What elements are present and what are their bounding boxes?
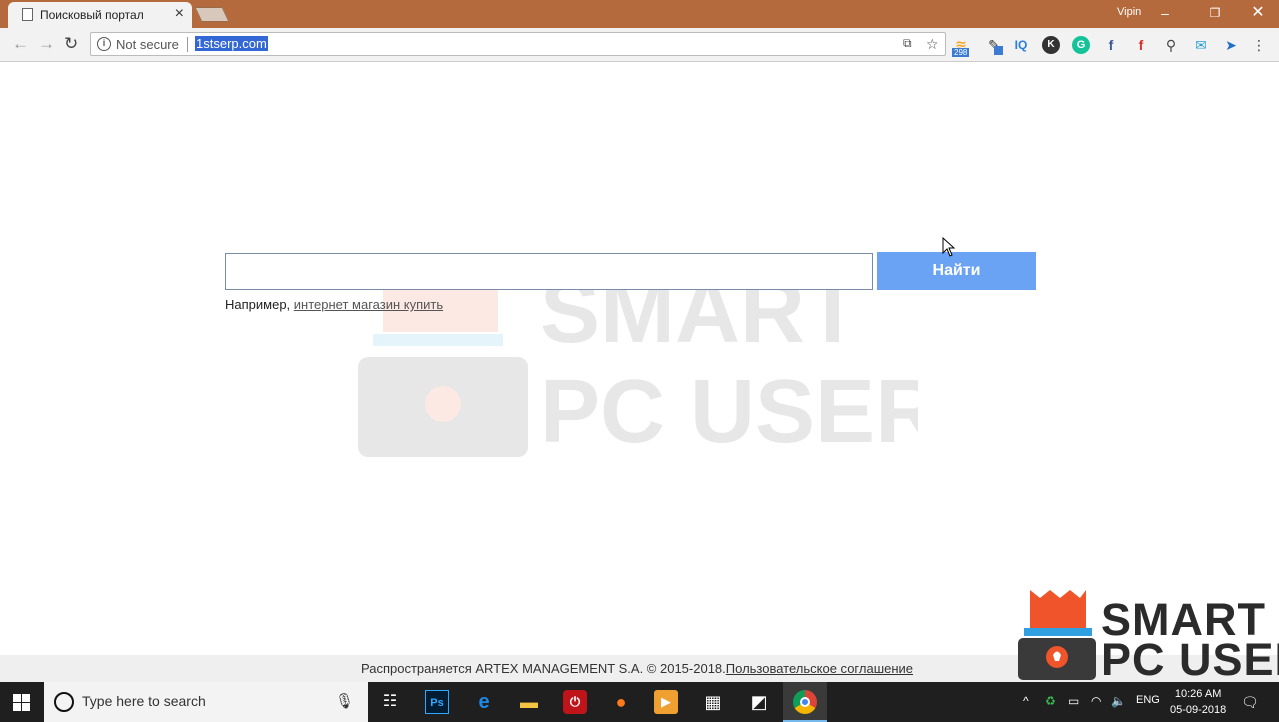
corner-logo-line2: PC USER: [1101, 634, 1279, 685]
chrome-taskbar-button[interactable]: [783, 682, 827, 722]
windows-taskbar: Type here to search 🎙 ☷ Ps e ▬ ⏻ ● ▶ ▦ ◩…: [0, 682, 1279, 722]
microphone-icon[interactable]: 🎙: [335, 692, 354, 710]
photoshop-icon[interactable]: Ps: [425, 690, 449, 714]
taskbar-search-box[interactable]: Type here to search 🎙: [44, 682, 368, 722]
cortana-icon[interactable]: [54, 692, 74, 712]
translate-icon[interactable]: ⧉: [903, 36, 912, 51]
example-link[interactable]: интернет магазин купить: [294, 297, 443, 312]
chrome-icon: [793, 690, 817, 714]
tab-close-icon[interactable]: ×: [175, 5, 184, 23]
search-extension-icon[interactable]: ⚲: [1162, 36, 1180, 54]
file-explorer-icon[interactable]: ▬: [517, 690, 541, 714]
action-center-icon[interactable]: 🗨: [1241, 694, 1259, 711]
calculator-icon[interactable]: ▦: [701, 690, 725, 714]
bookmark-star-icon[interactable]: ☆: [926, 36, 939, 53]
minimize-button[interactable]: –: [1145, 2, 1185, 24]
restore-button[interactable]: ❐: [1195, 2, 1235, 24]
wifi-icon[interactable]: ◠: [1091, 694, 1101, 708]
tab-title: Поисковый портал: [40, 8, 144, 22]
corner-watermark-logo: SMART PC USER: [1018, 590, 1279, 685]
power-app-icon[interactable]: ⏻: [563, 690, 587, 714]
facebook-red-extension-icon[interactable]: f: [1132, 36, 1150, 54]
search-button[interactable]: Найти: [877, 252, 1036, 290]
divider: [187, 37, 188, 52]
search-example: Например, интернет магазин купить: [225, 297, 443, 312]
iq-extension-icon[interactable]: IQ: [1012, 36, 1030, 54]
reload-icon[interactable]: ↻: [64, 35, 78, 53]
battery-icon[interactable]: ▭: [1068, 694, 1079, 708]
taskbar-clock[interactable]: 10:26 AM 05-09-2018: [1170, 686, 1226, 718]
show-hidden-icons[interactable]: ^: [1023, 694, 1029, 708]
copyright-text: Распространяется ARTEX MANAGEMENT S.A. ©…: [361, 661, 726, 676]
profile-name[interactable]: Vipin: [1117, 6, 1141, 18]
mail-extension-icon[interactable]: ✉: [1192, 36, 1210, 54]
volume-icon[interactable]: 🔈: [1111, 694, 1126, 708]
security-label[interactable]: Not secure: [116, 37, 179, 52]
send-extension-icon[interactable]: ➤: [1222, 36, 1240, 54]
watermark-line2: PC USER: [540, 362, 918, 462]
grammarly-extension-icon[interactable]: G: [1072, 36, 1090, 54]
user-agreement-link[interactable]: Пользовательское соглашение: [726, 661, 913, 676]
taskbar-search-placeholder[interactable]: Type here to search: [82, 693, 206, 709]
windows-start-icon[interactable]: [13, 694, 30, 711]
watermark-logo: SMART PC USER: [358, 262, 940, 462]
clock-time: 10:26 AM: [1174, 688, 1222, 700]
media-player-icon[interactable]: ▶: [654, 690, 678, 714]
footer-text: Распространяется ARTEX MANAGEMENT S.A. ©…: [361, 661, 913, 676]
browser-tab[interactable]: Поисковый портал ×: [8, 2, 192, 28]
firefox-icon[interactable]: ●: [609, 690, 633, 714]
forward-arrow-icon[interactable]: →: [38, 35, 55, 53]
close-window-button[interactable]: ✕: [1238, 2, 1278, 24]
edge-icon[interactable]: e: [472, 690, 496, 714]
info-icon[interactable]: i: [97, 37, 111, 51]
clock-date: 05-09-2018: [1170, 704, 1227, 716]
task-view-icon[interactable]: ☷: [378, 690, 402, 714]
color-swatch: [994, 46, 1003, 55]
mouse-cursor-icon: [942, 237, 956, 257]
page-icon: [22, 8, 33, 21]
back-arrow-icon[interactable]: ←: [12, 35, 29, 53]
new-tab-button[interactable]: [194, 7, 230, 22]
language-indicator[interactable]: ENG: [1136, 694, 1160, 706]
k-extension-icon[interactable]: K: [1042, 36, 1060, 54]
search-input[interactable]: [225, 253, 873, 290]
rss-badge: 298: [952, 48, 970, 57]
address-bar[interactable]: i Not secure 1stserp.com ⧉ ☆: [90, 32, 946, 56]
facebook-extension-icon[interactable]: f: [1102, 36, 1120, 54]
recycle-tray-icon[interactable]: ♻: [1045, 694, 1056, 708]
url-text[interactable]: 1stserp.com: [195, 36, 268, 51]
menu-dots-icon[interactable]: ⋮: [1250, 36, 1268, 54]
browser-titlebar: Поисковый портал × Vipin – ❐ ✕: [0, 0, 1279, 28]
example-prefix: Например,: [225, 297, 294, 312]
sticky-notes-icon[interactable]: ◩: [747, 690, 771, 714]
